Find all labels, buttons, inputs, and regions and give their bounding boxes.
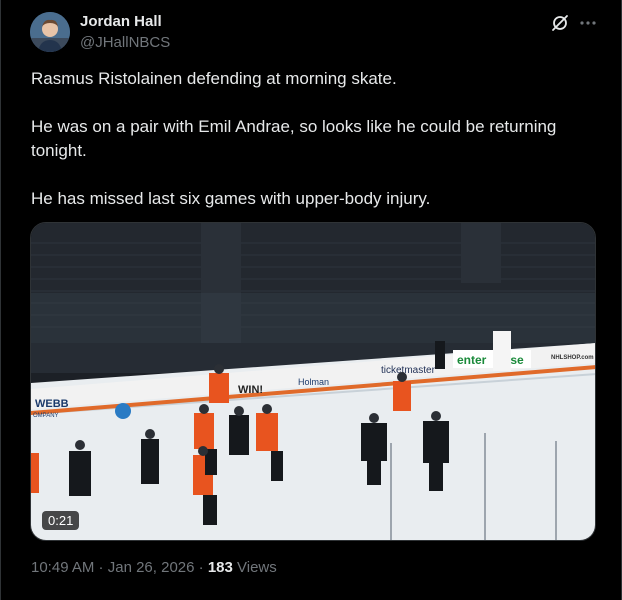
grok-icon[interactable] (550, 13, 570, 33)
avatar-image (30, 12, 70, 52)
author-handle[interactable]: @JHallNBCS (80, 34, 170, 51)
tweet-time[interactable]: 10:49 AM (31, 559, 94, 576)
tweet-paragraph: Rasmus Ristolainen defending at morning … (31, 69, 397, 88)
sign-win: WIN! (238, 384, 263, 396)
sign-ticket: ticketmaster (381, 365, 436, 376)
author-name[interactable]: Jordan Hall (80, 13, 162, 30)
tweet-meta: 10:49 AM · Jan 26, 2026 · 183 Views (31, 559, 277, 576)
meta-separator: · (94, 559, 108, 576)
video-frame: WEBB OMPANY WIN! Holman ticketmaster ent… (31, 223, 595, 540)
views-count: 183 (207, 559, 233, 576)
sign-webb: WEBB (35, 398, 69, 410)
sign-nhlshop: NHLSHOP.com (551, 355, 594, 361)
avatar[interactable] (30, 12, 70, 52)
tweet-card: Jordan Hall @JHallNBCS Rasmus Ristolaine… (0, 0, 622, 600)
sign-company: OMPANY (33, 413, 59, 419)
tweet-date[interactable]: Jan 26, 2026 (108, 559, 195, 576)
views-label: Views (232, 559, 277, 576)
video-player[interactable]: WEBB OMPANY WIN! Holman ticketmaster ent… (30, 222, 596, 541)
sign-holman: Holman (298, 377, 329, 387)
sign-enter: enter (457, 353, 487, 367)
tweet-text: Rasmus Ristolainen defending at morning … (31, 67, 591, 211)
video-duration: 0:21 (42, 511, 80, 530)
meta-separator: · (194, 559, 208, 576)
tweet-paragraph: He was on a pair with Emil Andrae, so lo… (31, 117, 557, 160)
tweet-paragraph: He has missed last six games with upper-… (31, 189, 431, 208)
more-icon[interactable] (578, 13, 598, 33)
